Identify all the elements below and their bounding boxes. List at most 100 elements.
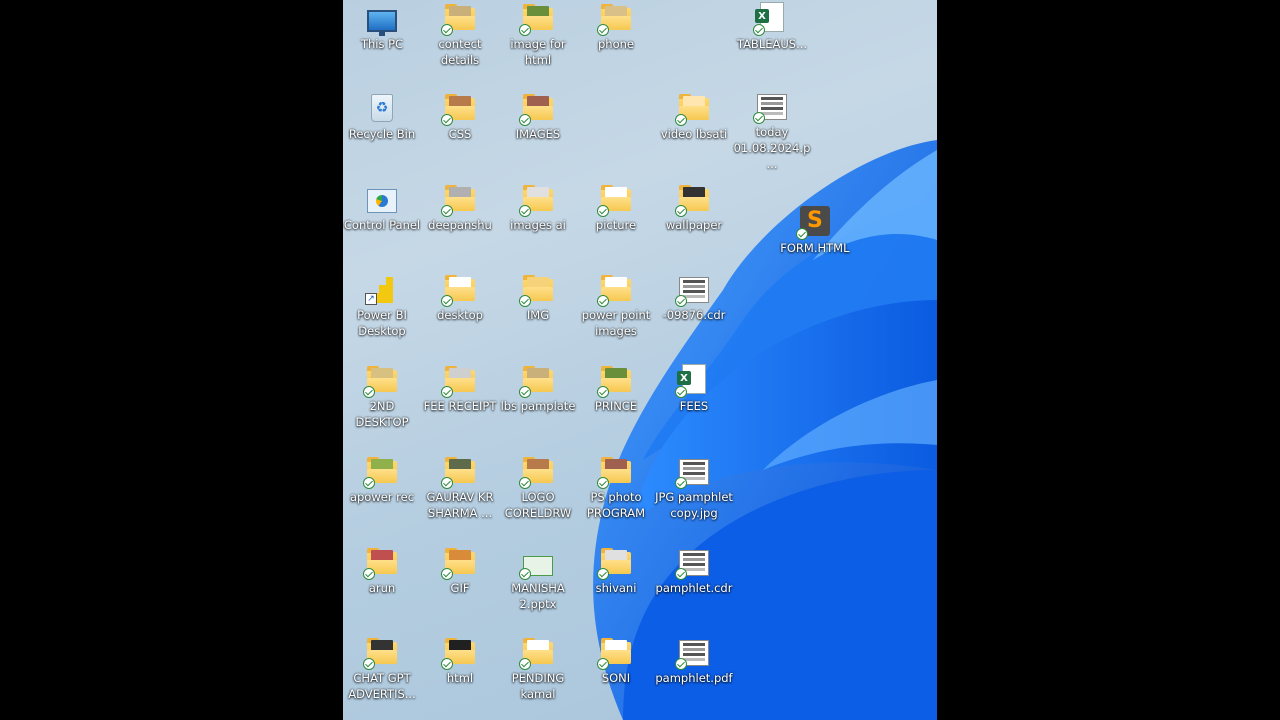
desktop-icon[interactable]: shivani xyxy=(577,544,655,626)
folder-icon xyxy=(441,546,477,580)
desktop-icon[interactable]: PENDING kamal xyxy=(499,634,577,716)
sync-check-icon xyxy=(519,295,531,307)
desktop-icon[interactable]: html xyxy=(421,634,499,716)
desktop-icon[interactable]: apower rec xyxy=(343,453,421,535)
sync-check-icon xyxy=(519,114,531,126)
desktop-icon-label: FORM.HTML xyxy=(780,240,850,255)
folder-icon xyxy=(519,183,555,217)
desktop-icon-label: pamphlet.pdf xyxy=(655,671,733,685)
desktop-icon-label: desktop xyxy=(437,308,483,322)
desktop-icon-label: wallpaper xyxy=(665,218,723,232)
desktop-icon[interactable]: LOGO CORELDRW xyxy=(499,453,577,535)
desktop-icon[interactable]: lbs pamplate xyxy=(499,362,577,444)
desktop-icon[interactable]: Control Panel xyxy=(343,181,421,263)
desktop-icon[interactable]: -09876.cdr xyxy=(655,271,733,353)
folder-icon xyxy=(519,364,555,398)
desktop-icon-label: video lbsati xyxy=(660,127,728,141)
folder-icon xyxy=(519,2,555,36)
desktop-icon[interactable]: S FORM.HTML xyxy=(776,204,854,286)
desktop-icon[interactable]: desktop xyxy=(421,271,499,353)
desktop-icon[interactable]: CSS xyxy=(421,90,499,172)
folder-icon xyxy=(519,273,555,307)
sync-check-icon xyxy=(753,112,765,124)
desktop-icon[interactable]: image for html xyxy=(499,0,577,82)
desktop-icon[interactable]: X FEES xyxy=(655,362,733,444)
desktop-icon-label: lbs pamplate xyxy=(500,399,576,413)
sync-check-icon xyxy=(441,24,453,36)
desktop-icon[interactable]: JPG pamphlet copy.jpg xyxy=(655,453,733,535)
folder-icon xyxy=(363,455,399,489)
excel-file-icon: X xyxy=(675,364,711,398)
desktop-icon[interactable]: wallpaper xyxy=(655,181,733,263)
image-file-icon xyxy=(675,546,711,580)
folder-icon xyxy=(441,2,477,36)
sync-check-icon xyxy=(675,205,687,217)
monitor-icon xyxy=(365,2,399,36)
desktop-icon[interactable]: IMAGES xyxy=(499,90,577,172)
desktop-icon[interactable]: X TABLEAUS... xyxy=(733,0,811,82)
folder-icon xyxy=(519,92,555,126)
desktop-icon[interactable]: PRINCE xyxy=(577,362,655,444)
desktop-icon-label: deepanshu xyxy=(428,218,492,232)
desktop-icon-label: contect details xyxy=(438,37,482,67)
desktop-icon-label: MANISHA 2.pptx xyxy=(511,581,565,611)
desktop-icon[interactable]: phone xyxy=(577,0,655,82)
desktop-icon[interactable]: deepanshu xyxy=(421,181,499,263)
desktop-icon[interactable]: ↗ Power BI Desktop xyxy=(343,271,421,353)
sync-check-icon xyxy=(363,568,375,580)
desktop-icon-label: LOGO CORELDRW xyxy=(504,490,572,520)
desktop-icon[interactable]: IMG xyxy=(499,271,577,353)
desktop-icon[interactable]: pamphlet.cdr xyxy=(655,544,733,626)
sync-check-icon xyxy=(597,205,609,217)
desktop-icon[interactable]: CHAT GPT ADVERTIS... xyxy=(343,634,421,716)
sync-check-icon xyxy=(519,24,531,36)
sync-check-icon xyxy=(675,477,687,489)
desktop-icon[interactable]: power point images xyxy=(577,271,655,353)
desktop-icon[interactable]: pamphlet.pdf xyxy=(655,634,733,716)
folder-icon xyxy=(597,455,633,489)
sync-check-icon xyxy=(363,477,375,489)
folder-icon xyxy=(597,183,633,217)
desktop-icon[interactable]: today 01.08.2024.p... xyxy=(733,90,811,172)
desktop-icon[interactable]: SONI xyxy=(577,634,655,716)
desktop-icon[interactable]: video lbsati xyxy=(655,90,733,172)
desktop-icon-label: GAURAV KR SHARMA ... xyxy=(426,490,494,520)
sync-check-icon xyxy=(519,205,531,217)
sync-check-icon xyxy=(441,205,453,217)
desktop-icon[interactable]: 2ND DESKTOP xyxy=(343,362,421,444)
desktop-icon[interactable]: ♻ Recycle Bin xyxy=(343,90,421,172)
desktop-icon-label: FEE RECEIPT xyxy=(423,399,497,413)
image-file-icon xyxy=(675,273,711,307)
sync-check-icon xyxy=(597,568,609,580)
sublime-file-icon: S xyxy=(795,205,832,240)
desktop-icon-label: 2ND DESKTOP xyxy=(355,399,409,429)
sync-check-icon xyxy=(597,24,609,36)
sync-check-icon xyxy=(441,477,453,489)
sync-check-icon xyxy=(441,568,453,580)
desktop-icon-label: CHAT GPT ADVERTIS... xyxy=(348,671,416,701)
desktop-icon[interactable]: images ai xyxy=(499,181,577,263)
desktop-icon-label: Recycle Bin xyxy=(348,127,416,141)
folder-icon xyxy=(519,636,555,670)
desktop-icon[interactable]: arun xyxy=(343,544,421,626)
sync-check-icon xyxy=(795,227,808,240)
desktop-icon[interactable]: GAURAV KR SHARMA ... xyxy=(421,453,499,535)
desktop-icon[interactable]: FEE RECEIPT xyxy=(421,362,499,444)
desktop-icon[interactable]: This PC xyxy=(343,0,421,82)
desktop-icon[interactable]: contect details xyxy=(421,0,499,82)
desktop-icon[interactable]: picture xyxy=(577,181,655,263)
sync-check-icon xyxy=(363,386,375,398)
powerbi-icon: ↗ xyxy=(365,273,399,305)
folder-icon xyxy=(675,92,711,126)
folder-icon xyxy=(597,2,633,36)
desktop-icon[interactable]: MANISHA 2.pptx xyxy=(499,544,577,626)
desktop-icon[interactable]: GIF xyxy=(421,544,499,626)
desktop-icon-label: PS photo PROGRAM xyxy=(586,490,646,520)
sync-check-icon xyxy=(675,295,687,307)
desktop-icon-label: PRINCE xyxy=(594,399,638,413)
sync-check-icon xyxy=(519,658,531,670)
desktop-icon[interactable]: PS photo PROGRAM xyxy=(577,453,655,535)
desktop-icon-label: TABLEAUS... xyxy=(736,37,808,51)
sync-check-icon xyxy=(519,477,531,489)
desktop[interactable]: This PC contect details image for html phon… xyxy=(343,0,937,720)
